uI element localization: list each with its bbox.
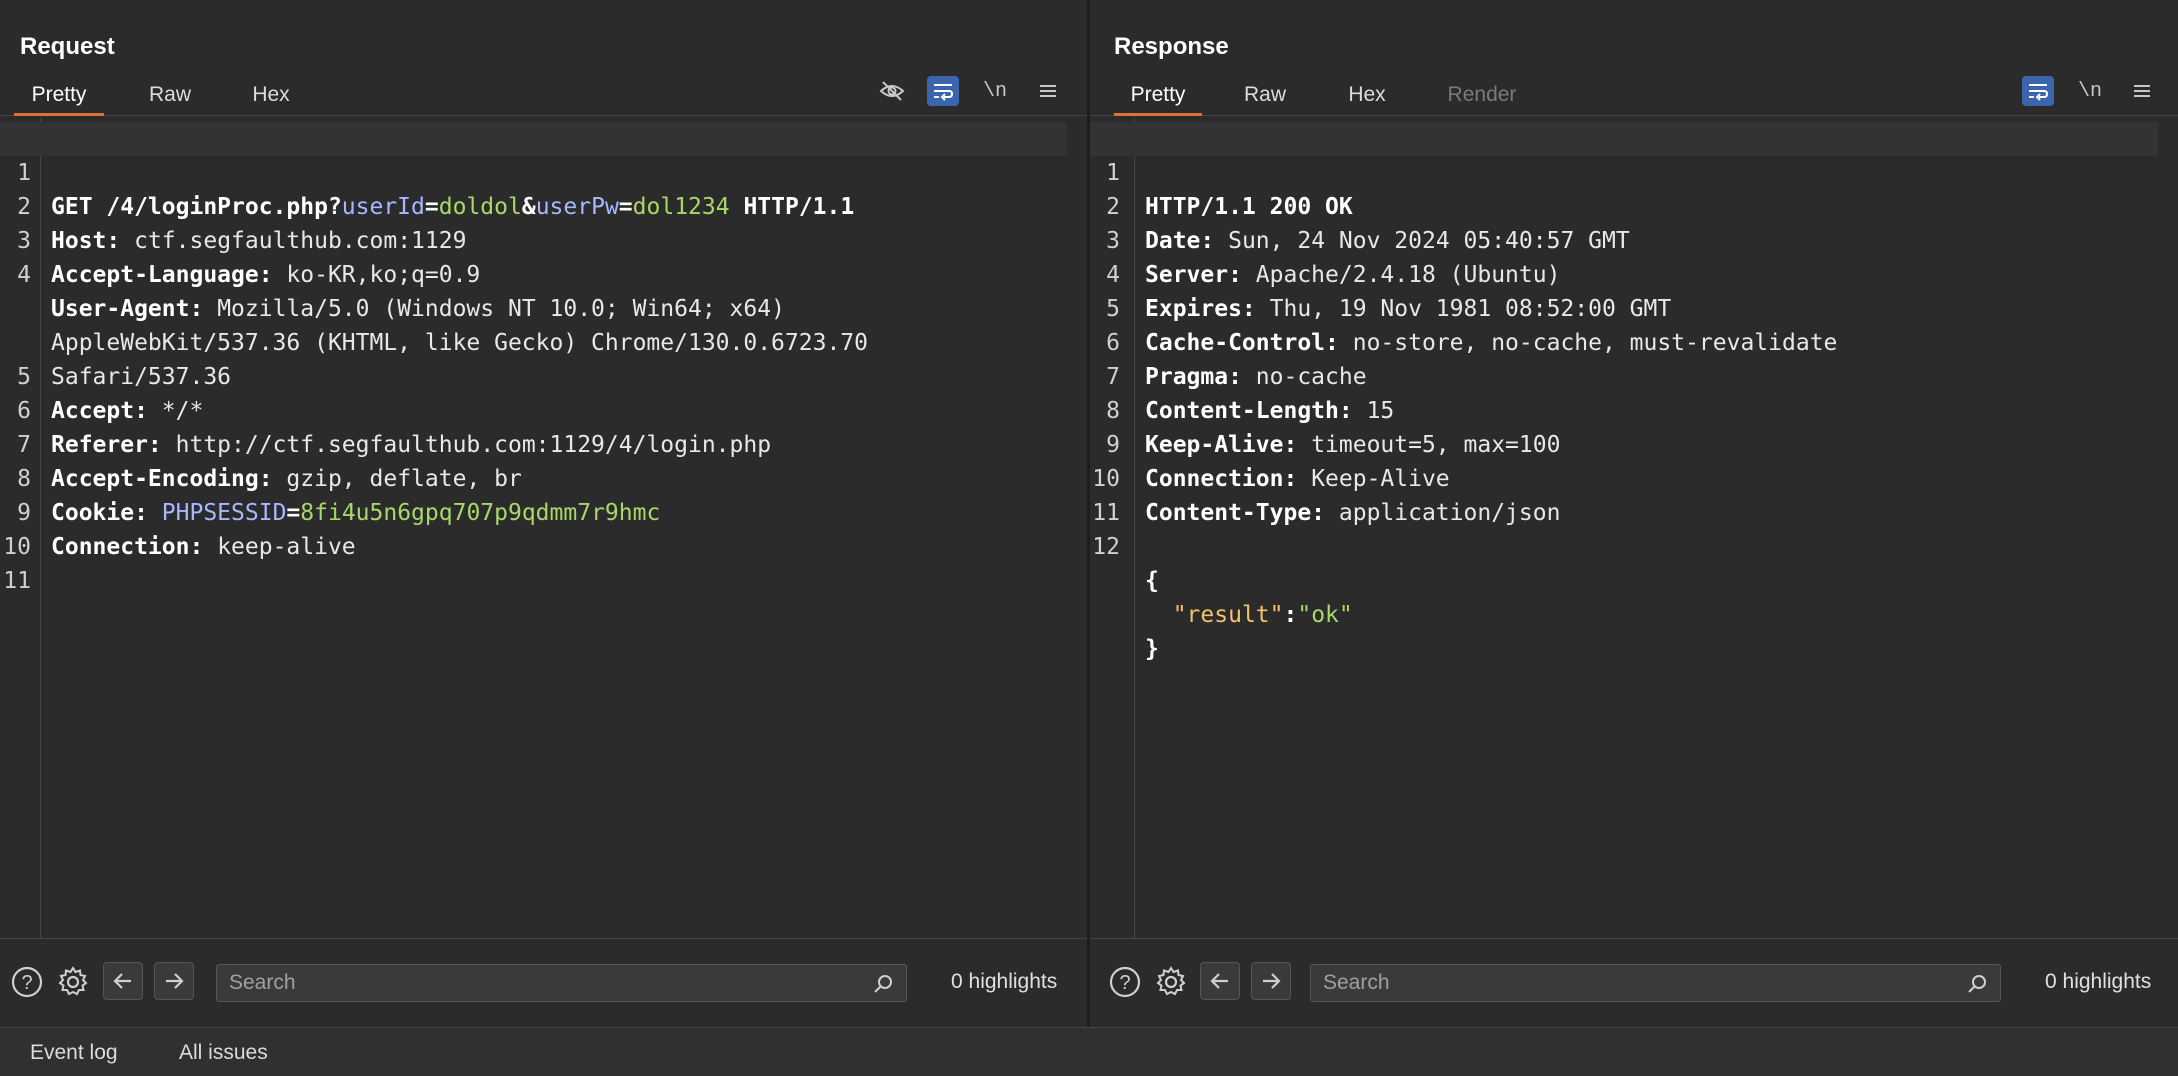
code-line: 5 Cache-Control: no-store, no-cache, mus… xyxy=(1090,258,2158,356)
tab-render[interactable]: Render xyxy=(1430,76,1534,116)
code-line: 12 { xyxy=(1090,496,2158,594)
code-line: 8 Keep-Alive: timeout=5, max=100 xyxy=(1090,360,2158,458)
response-json-close: } xyxy=(1145,636,1159,662)
settings-button[interactable] xyxy=(52,961,94,1003)
gear-icon xyxy=(1156,966,1186,996)
code-line: 3 Server: Apache/2.4.18 (Ubuntu) xyxy=(1090,190,2158,288)
help-icon: ? xyxy=(1109,966,1141,998)
event-log-tab[interactable]: Event log xyxy=(30,1041,118,1065)
code-line: 1 HTTP/1.1 200 OK xyxy=(1090,122,2158,220)
code-line: 3 Accept-Language: ko-KR,ko;q=0.9 xyxy=(0,190,1067,288)
code-line: 5 Accept: */* xyxy=(0,326,1067,424)
code-line: 9 Connection: keep-alive xyxy=(0,462,1067,560)
request-search-bar: ? 0 highlights xyxy=(0,938,1087,1027)
pane-title: Response xyxy=(1114,33,1229,60)
search-input[interactable] xyxy=(1311,965,2000,1001)
pane-title: Request xyxy=(20,33,115,60)
code-line: 1 GET /4/loginProc.php?userId=doldol&use… xyxy=(0,122,1067,220)
settings-button[interactable] xyxy=(1150,961,1192,1003)
code-line: 8 Cookie: PHPSESSID=8fi4u5n6gpq707p9qdmm… xyxy=(0,428,1067,526)
tab-raw[interactable]: Raw xyxy=(1220,76,1310,116)
code-line: 7 Accept-Encoding: gzip, deflate, br xyxy=(0,394,1067,492)
tab-hex[interactable]: Hex xyxy=(230,76,312,116)
pane-menu-button[interactable] xyxy=(2126,76,2158,106)
all-issues-tab[interactable]: All issues xyxy=(179,1041,268,1065)
show-newlines-button[interactable]: \n xyxy=(979,76,1011,106)
response-search-bar: ? 0 highlights xyxy=(1090,938,2178,1027)
code-line: 11 xyxy=(1090,462,2158,526)
code-line-wrapped: } xyxy=(1090,564,2158,662)
next-match-button[interactable] xyxy=(1251,962,1291,1000)
hamburger-icon xyxy=(2134,85,2150,97)
code-line-wrapped: Safari/537.36 xyxy=(0,292,1067,390)
request-editor[interactable]: 1 GET /4/loginProc.php?userId=doldol&use… xyxy=(0,118,1087,938)
help-button[interactable]: ? xyxy=(6,961,48,1003)
svg-text:?: ? xyxy=(1119,972,1130,994)
arrow-left-icon xyxy=(113,973,131,989)
svg-text:?: ? xyxy=(21,972,32,994)
next-match-button[interactable] xyxy=(154,962,194,1000)
word-wrap-button[interactable] xyxy=(2022,76,2054,106)
code-line: 11 xyxy=(0,530,1067,594)
highlights-count: 0 highlights xyxy=(2045,970,2152,993)
code-line: 6 Referer: http://ctf.segfaulthub.com:11… xyxy=(0,360,1067,458)
pane-menu-button[interactable] xyxy=(1032,76,1064,106)
previous-match-button[interactable] xyxy=(103,962,143,1000)
hamburger-icon xyxy=(1040,85,1056,97)
response-editor[interactable]: 1 HTTP/1.1 200 OK 2 Date: Sun, 24 Nov 20… xyxy=(1090,118,2178,938)
code-line: 10 Content-Type: application/json xyxy=(1090,428,2158,526)
arrow-left-icon xyxy=(1210,973,1228,989)
code-line: 9 Connection: Keep-Alive xyxy=(1090,394,2158,492)
help-icon: ? xyxy=(11,966,43,998)
code-line: 6 Pragma: no-cache xyxy=(1090,292,2158,390)
previous-match-button[interactable] xyxy=(1200,962,1240,1000)
search-icon xyxy=(1968,975,1986,993)
tab-raw[interactable]: Raw xyxy=(124,76,216,116)
request-pane: Request Pretty Raw Hex \n 1 GET /4/login… xyxy=(0,0,1087,1027)
request-lines: 1 GET /4/loginProc.php?userId=doldol&use… xyxy=(0,122,1067,594)
response-tabs: Pretty Raw Hex Render xyxy=(1090,76,2178,116)
arrow-right-icon xyxy=(1263,973,1281,989)
code-line: 2 Date: Sun, 24 Nov 2024 05:40:57 GMT xyxy=(1090,156,2158,254)
search-input[interactable] xyxy=(217,965,906,1001)
gear-icon xyxy=(58,966,88,996)
status-bar: Event log All issues xyxy=(0,1027,2178,1076)
tab-pretty[interactable]: Pretty xyxy=(1114,76,1202,116)
hide-nonprintable-button[interactable] xyxy=(876,76,908,106)
code-line-wrapped: AppleWebKit/537.36 (KHTML, like Gecko) C… xyxy=(0,258,1067,356)
tab-hex[interactable]: Hex xyxy=(1326,76,1408,116)
arrow-right-icon xyxy=(166,973,184,989)
wrap-icon xyxy=(2029,84,2049,101)
code-line: 4 User-Agent: Mozilla/5.0 (Windows NT 10… xyxy=(0,224,1067,322)
wrap-icon xyxy=(934,84,954,101)
line-number: 11 xyxy=(3,568,31,594)
code-line: 7 Content-Length: 15 xyxy=(1090,326,2158,424)
response-pane: Response Pretty Raw Hex Render \n 1 HTTP… xyxy=(1090,0,2178,1027)
response-lines: 1 HTTP/1.1 200 OK 2 Date: Sun, 24 Nov 20… xyxy=(1090,122,2158,662)
tab-pretty[interactable]: Pretty xyxy=(14,76,104,116)
request-tabs: Pretty Raw Hex xyxy=(0,76,1087,116)
request-search-box xyxy=(216,964,907,1002)
help-button[interactable]: ? xyxy=(1104,961,1146,1003)
response-search-box xyxy=(1310,964,2001,1002)
search-icon xyxy=(874,975,892,993)
code-line: 10 xyxy=(0,496,1067,560)
show-newlines-button[interactable]: \n xyxy=(2074,76,2106,106)
code-line: 4 Expires: Thu, 19 Nov 1981 08:52:00 GMT xyxy=(1090,224,2158,322)
word-wrap-button[interactable] xyxy=(927,76,959,106)
code-line: 2 Host: ctf.segfaulthub.com:1129 xyxy=(0,156,1067,254)
highlights-count: 0 highlights xyxy=(951,970,1058,993)
code-line-wrapped: "result":"ok" xyxy=(1090,530,2158,628)
eye-off-icon xyxy=(879,81,905,101)
